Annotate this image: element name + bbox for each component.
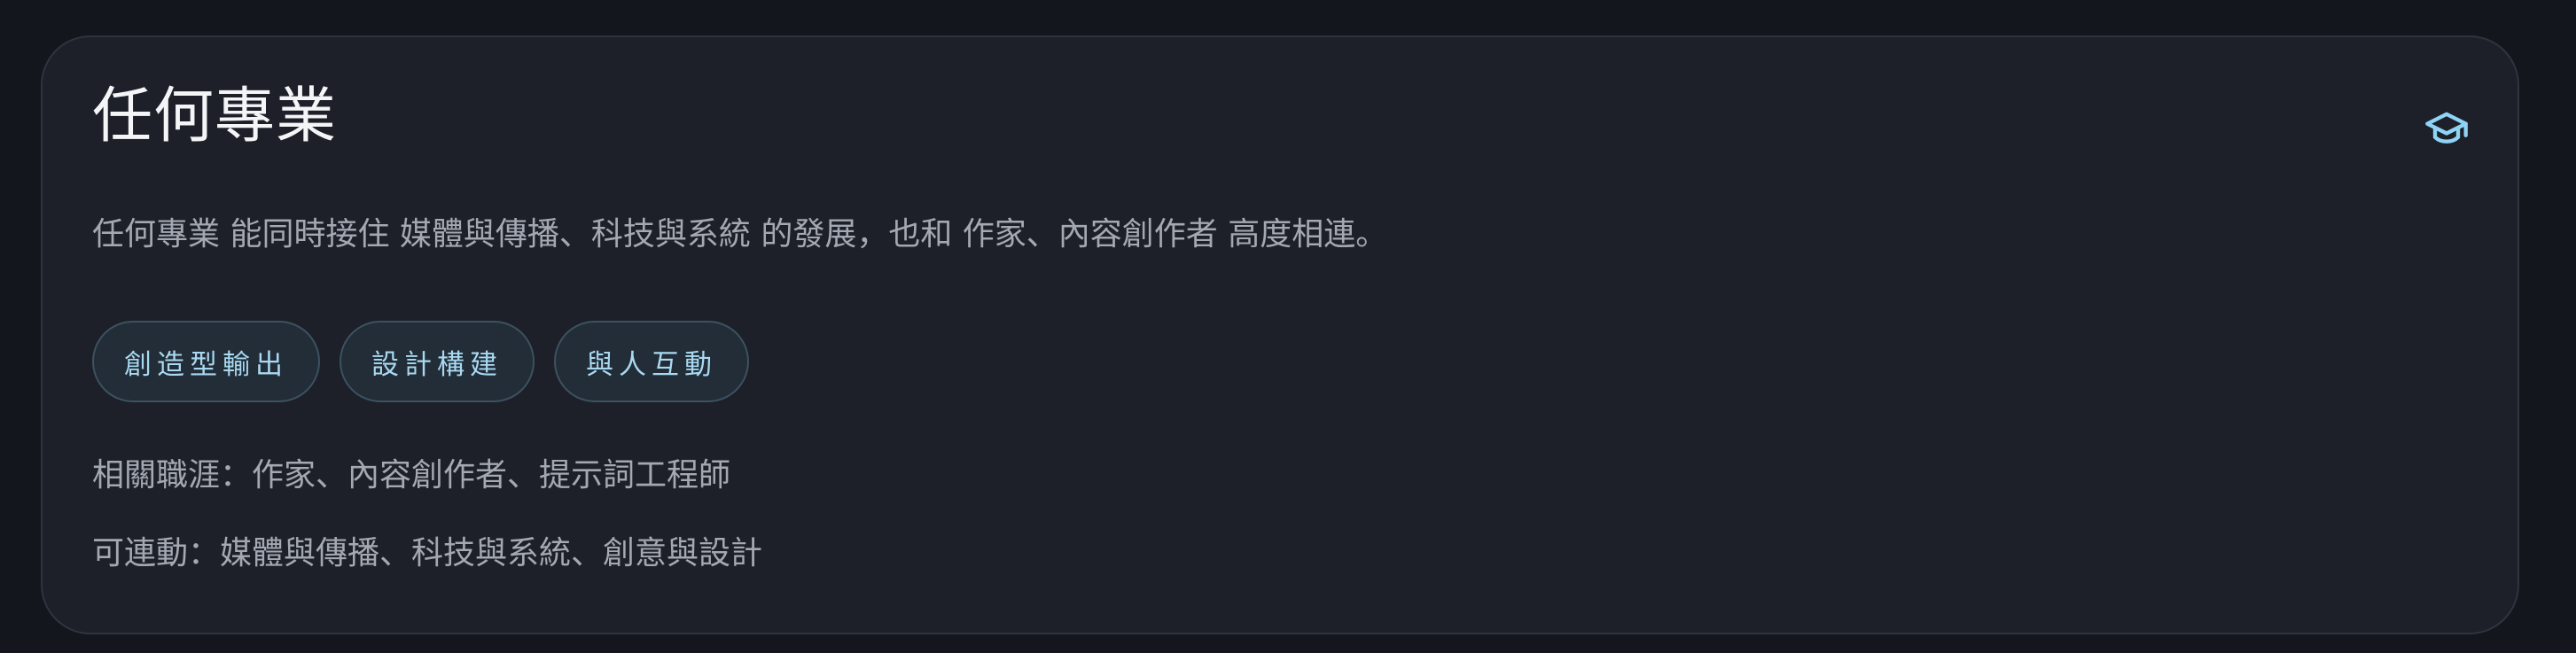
card-title: 任何專業 — [92, 82, 338, 152]
linkable-fields: 可連動：媒體與傳播、科技與系統、創意與設計 — [92, 535, 763, 571]
tag-people-interaction[interactable]: 與人互動 — [554, 321, 749, 402]
tag-creative-output[interactable]: 創造型輸出 — [92, 321, 320, 402]
card-description: 任何專業 能同時接住 媒體與傳播、科技與系統 的發展，也和 作家、內容創作者 高… — [92, 216, 1388, 253]
tag-list: 創造型輸出 設計構建 與人互動 — [92, 321, 749, 402]
related-careers: 相關職涯：作家、內容創作者、提示詞工程師 — [92, 457, 731, 494]
major-card: 任何專業 任何專業 能同時接住 媒體與傳播、科技與系統 的發展，也和 作家、內容… — [41, 35, 2519, 634]
tag-design-build[interactable]: 設計構建 — [340, 321, 535, 402]
graduation-cap-icon — [2425, 112, 2468, 144]
